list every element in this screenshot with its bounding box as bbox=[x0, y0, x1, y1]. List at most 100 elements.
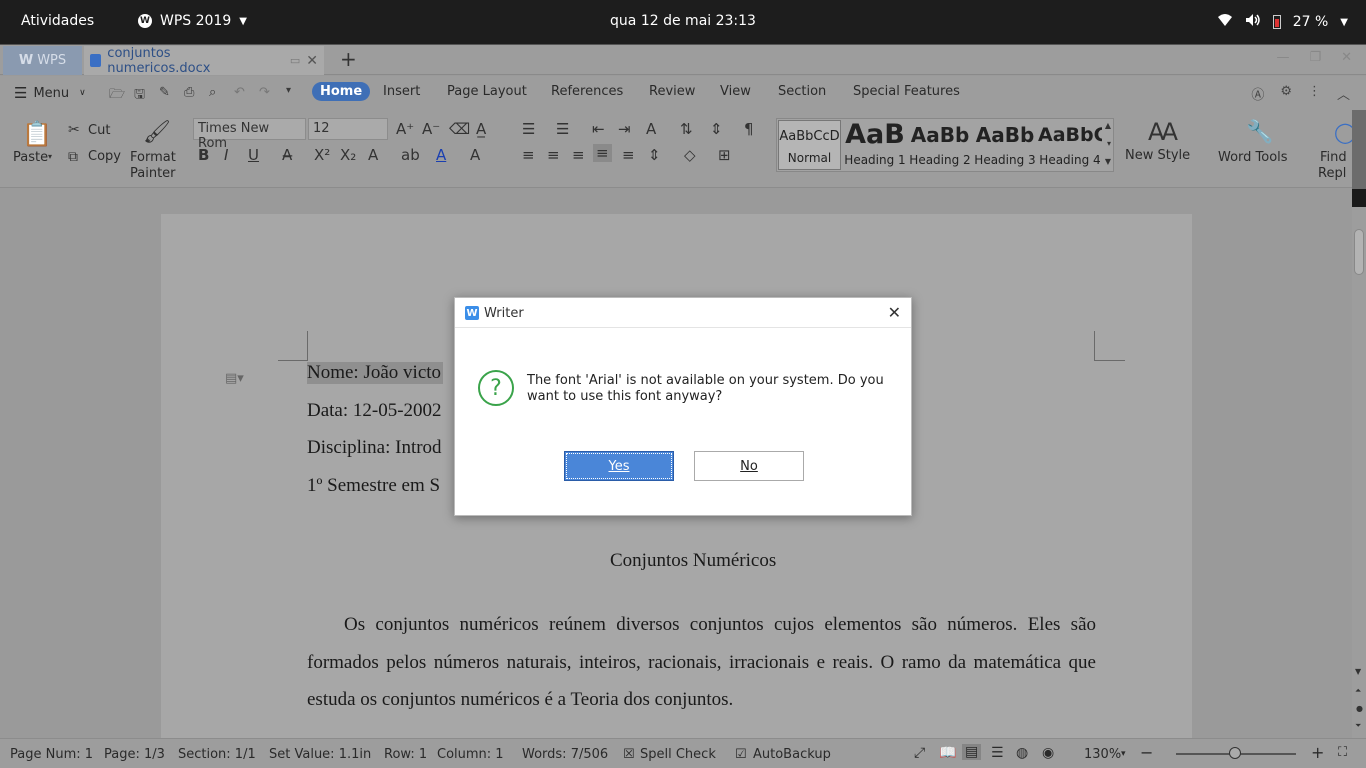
char-shading-icon[interactable]: A bbox=[470, 146, 480, 164]
fullscreen-icon[interactable]: ⤢ bbox=[914, 745, 925, 761]
increase-indent-icon[interactable]: ⇥ bbox=[618, 120, 631, 138]
show-hide-icon[interactable]: ¶ bbox=[744, 120, 754, 138]
next-page-icon[interactable]: ⏷ bbox=[1355, 721, 1361, 731]
bullets-icon[interactable]: ☰ bbox=[522, 120, 535, 138]
web-view-icon[interactable]: ◍ bbox=[1016, 745, 1028, 761]
doc-paragraph[interactable]: Os conjuntos numéricos reúnem diversos c… bbox=[307, 606, 1096, 719]
autobackup-icon[interactable]: ☑ bbox=[735, 747, 747, 762]
align-center-icon[interactable]: ≡ bbox=[547, 146, 560, 164]
status-words[interactable]: Words: 7/506 bbox=[522, 747, 608, 762]
tab-wps-home[interactable]: W WPS bbox=[3, 46, 82, 75]
vertical-scrollbar[interactable]: ▼ ⏶ ● ⏷ bbox=[1352, 189, 1366, 738]
style-more-icon[interactable]: ▾ bbox=[1107, 139, 1111, 148]
line-spacing-icon[interactable]: ⇕ bbox=[710, 120, 723, 138]
style-heading-4[interactable]: AaBbC Heading 4 bbox=[1038, 119, 1102, 171]
chinese-layout-icon[interactable]: A bbox=[646, 120, 656, 138]
font-color-icon[interactable]: A bbox=[436, 146, 446, 164]
select-browse-icon[interactable]: ● bbox=[1356, 704, 1363, 713]
format-painter-label-1[interactable]: Format bbox=[130, 150, 176, 165]
eye-protection-icon[interactable]: ◉ bbox=[1042, 745, 1054, 761]
shrink-font-icon[interactable]: A⁻ bbox=[422, 120, 440, 138]
close-icon[interactable]: ✕ bbox=[888, 303, 901, 322]
scissors-icon[interactable]: ✂ bbox=[68, 122, 80, 138]
activities-button[interactable]: Atividades bbox=[21, 13, 94, 29]
style-normal[interactable]: AaBbCcD Normal bbox=[778, 120, 841, 170]
shading-icon[interactable]: ◇ bbox=[684, 146, 696, 164]
tab-references[interactable]: References bbox=[551, 84, 623, 99]
style-heading-1[interactable]: AaB Heading 1 bbox=[843, 119, 907, 171]
save-icon[interactable]: 🖫 bbox=[134, 85, 145, 107]
new-tab-button[interactable]: + bbox=[340, 47, 357, 71]
system-tray[interactable]: 27 % ▼ bbox=[1217, 13, 1348, 31]
superscript-icon[interactable]: X² bbox=[314, 146, 330, 164]
tab-view[interactable]: View bbox=[720, 84, 751, 99]
fit-window-icon[interactable]: ⛶ bbox=[1338, 745, 1347, 760]
doc-line-discipline[interactable]: Disciplina: Introd bbox=[307, 437, 442, 459]
float-window-icon[interactable]: ▭ bbox=[290, 54, 300, 67]
copy-icon[interactable]: ⧉ bbox=[68, 149, 78, 165]
clear-format-icon[interactable]: ⌫ bbox=[449, 120, 470, 138]
outline-view-icon[interactable]: ☰ bbox=[991, 745, 1004, 761]
align-right-icon[interactable]: ≡ bbox=[572, 146, 585, 164]
more-icon[interactable]: ⋮ bbox=[1308, 84, 1321, 103]
borders-icon[interactable]: ⊞ bbox=[718, 146, 731, 164]
undo-icon[interactable]: ↶ bbox=[234, 85, 245, 100]
phonetic-guide-icon[interactable]: A̲ bbox=[476, 120, 486, 138]
word-tools-button[interactable]: Word Tools bbox=[1218, 150, 1288, 165]
status-row[interactable]: Row: 1 bbox=[384, 747, 427, 762]
read-mode-icon[interactable]: 📖 bbox=[939, 745, 956, 761]
zoom-level[interactable]: 130% bbox=[1084, 747, 1121, 762]
tab-home[interactable]: Home bbox=[312, 82, 371, 101]
numbering-icon[interactable]: ☰ bbox=[556, 120, 569, 138]
text-effect-icon[interactable]: A bbox=[368, 146, 378, 164]
style-scroll-up-icon[interactable]: ▲ bbox=[1105, 121, 1111, 130]
justify-icon[interactable]: ≡ bbox=[593, 144, 612, 162]
paste-button[interactable]: Paste bbox=[13, 150, 48, 165]
sort-icon[interactable]: ⇅ bbox=[680, 120, 693, 138]
autobackup-button[interactable]: AutoBackup bbox=[753, 747, 831, 762]
zoom-out-icon[interactable]: − bbox=[1140, 743, 1153, 762]
gear-icon[interactable]: ⚙ bbox=[1280, 84, 1292, 103]
zoom-in-icon[interactable]: + bbox=[1311, 743, 1324, 762]
app-menu[interactable]: W WPS 2019 ▼ bbox=[138, 13, 247, 29]
tab-page-layout[interactable]: Page Layout bbox=[447, 84, 527, 99]
font-size-select[interactable]: 12 bbox=[308, 118, 388, 140]
no-button[interactable]: No bbox=[694, 451, 804, 481]
wrench-icon[interactable]: 🔧 bbox=[1246, 120, 1273, 145]
prev-page-icon[interactable]: ⏶ bbox=[1355, 686, 1361, 696]
align-left-icon[interactable]: ≡ bbox=[522, 146, 535, 164]
italic-icon[interactable]: I bbox=[224, 146, 228, 164]
minimize-icon[interactable]: — bbox=[1276, 50, 1289, 65]
decrease-indent-icon[interactable]: ⇤ bbox=[592, 120, 605, 138]
style-heading-2[interactable]: AaBb Heading 2 bbox=[908, 119, 972, 171]
status-column[interactable]: Column: 1 bbox=[437, 747, 504, 762]
zoom-slider-knob[interactable] bbox=[1229, 747, 1241, 759]
doc-line-semester[interactable]: 1º Semestre em S bbox=[307, 475, 440, 497]
paste-icon[interactable]: 📋 bbox=[22, 120, 52, 148]
highlight-icon[interactable]: ab bbox=[401, 146, 420, 164]
copy-button[interactable]: Copy bbox=[88, 149, 121, 164]
paragraph-spacing-icon[interactable]: ⇕ bbox=[648, 146, 661, 164]
tab-section[interactable]: Section bbox=[778, 84, 826, 99]
print-icon[interactable]: ⎙ bbox=[184, 85, 194, 100]
main-menu-button[interactable]: ☰ Menu ∨ bbox=[14, 84, 86, 102]
page-view-icon[interactable]: ▤ bbox=[962, 744, 982, 760]
scroll-down-icon[interactable]: ▼ bbox=[1355, 667, 1361, 676]
distributed-icon[interactable]: ≡ bbox=[622, 146, 635, 164]
status-page-num[interactable]: Page Num: 1 bbox=[10, 747, 93, 762]
subscript-icon[interactable]: X₂ bbox=[340, 146, 356, 164]
scrollbar-thumb[interactable] bbox=[1354, 229, 1364, 275]
font-name-select[interactable]: Times New Rom bbox=[193, 118, 306, 151]
status-set-value[interactable]: Set Value: 1.1in bbox=[269, 747, 371, 762]
style-heading-3[interactable]: AaBb Heading 3 bbox=[973, 119, 1037, 171]
tab-special-features[interactable]: Special Features bbox=[853, 84, 960, 99]
new-style-button[interactable]: New Style bbox=[1125, 148, 1190, 163]
font-manager-icon[interactable]: Ⓐ bbox=[1251, 84, 1264, 103]
style-scroll-down-icon[interactable]: ▼ bbox=[1105, 157, 1111, 166]
find-replace-label-2[interactable]: Repl bbox=[1318, 166, 1346, 181]
underline-icon[interactable]: U bbox=[248, 146, 259, 164]
zoom-dropdown-icon[interactable]: ▾ bbox=[1121, 749, 1126, 759]
grow-font-icon[interactable]: A⁺ bbox=[396, 120, 414, 138]
tab-document[interactable]: conjuntos numericos.docx ▭ ✕ bbox=[84, 46, 324, 76]
restore-icon[interactable]: ❐ bbox=[1309, 50, 1321, 65]
